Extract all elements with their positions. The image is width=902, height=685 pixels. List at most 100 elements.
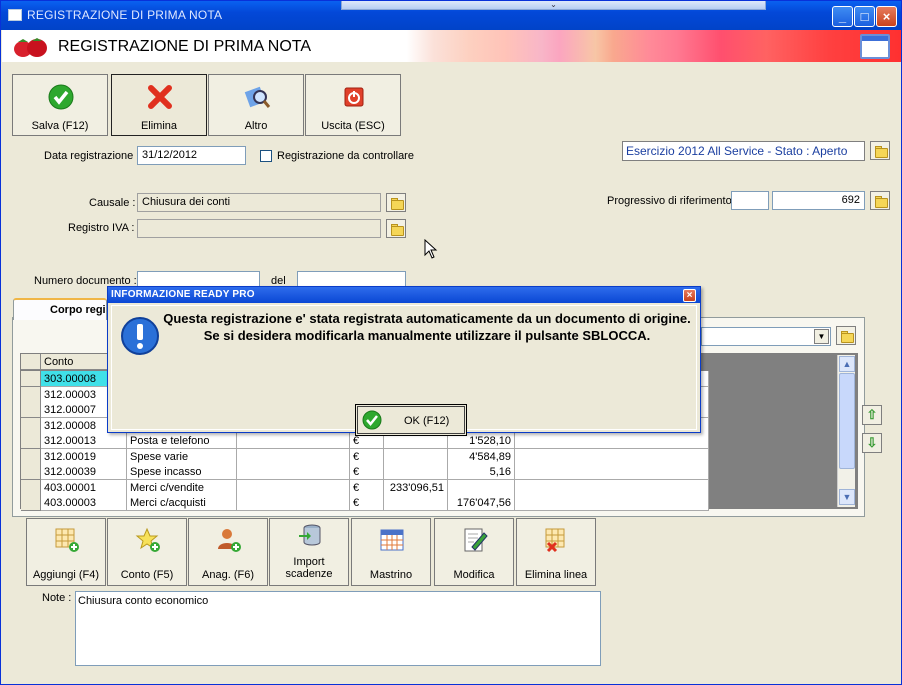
grid-cell-dare[interactable] (384, 464, 448, 480)
grid-cell-conto[interactable]: 403.00001 (41, 479, 127, 496)
checkmark-icon (48, 84, 74, 110)
close-button[interactable]: × (876, 6, 897, 27)
registro-folder-button[interactable] (386, 219, 406, 238)
grid-cell-avere[interactable]: 5,16 (448, 464, 515, 480)
scroll-down-icon[interactable]: ▼ (839, 489, 855, 505)
mouse-cursor-icon (424, 239, 438, 259)
grid-cell[interactable] (515, 495, 709, 511)
tab-folder-button[interactable] (836, 326, 856, 345)
grid-cell-cur[interactable]: € (350, 464, 384, 480)
registro-input[interactable] (137, 219, 381, 238)
exercise-status: Esercizio 2012 All Service - Stato : Ape… (622, 141, 865, 161)
grid-cell[interactable] (515, 479, 709, 496)
notes-textarea[interactable]: Chiusura conto economico (75, 591, 601, 666)
header-banner: REGISTRAZIONE DI PRIMA NOTA (2, 30, 901, 62)
row-selector[interactable] (21, 417, 41, 434)
scroll-thumb[interactable] (839, 373, 855, 469)
grid-cell-desc[interactable]: Spese incasso (127, 464, 237, 480)
exercise-folder-button[interactable] (870, 141, 890, 160)
row-selector[interactable] (21, 448, 41, 465)
grid-cell[interactable] (237, 495, 350, 511)
move-down-button[interactable]: ⇩ (862, 433, 882, 453)
causale-input[interactable]: Chiusura dei conti (137, 193, 381, 212)
grid-add-icon (55, 528, 79, 552)
anag-label: Anag. (F6) (202, 569, 254, 581)
delete-button[interactable]: Elimina (111, 74, 207, 136)
progressivo-folder-button[interactable] (870, 191, 890, 210)
calendar-grid-icon (380, 529, 404, 551)
dialog-message: Questa registrazione e' stata registrata… (163, 311, 691, 343)
add-line-button[interactable]: Aggiungi (F4) (26, 518, 106, 586)
exit-button[interactable]: Uscita (ESC) (305, 74, 401, 136)
save-button[interactable]: Salva (F12) (12, 74, 108, 136)
import-scadenze-label: Import scadenze (285, 556, 333, 580)
import-scadenze-button[interactable]: Import scadenze (269, 518, 349, 586)
dialog-body: Questa registrazione e' stata registrata… (111, 305, 697, 436)
grid-cell-avere[interactable]: 4'584,89 (448, 448, 515, 465)
ok-button[interactable]: OK (F12) (355, 404, 467, 436)
grid-cell-cur[interactable]: € (350, 479, 384, 496)
modifica-button[interactable]: Modifica (434, 518, 514, 586)
move-up-button[interactable]: ⇧ (862, 405, 882, 425)
power-icon (344, 87, 364, 107)
row-selector[interactable] (21, 495, 41, 511)
save-label: Salva (F12) (31, 120, 89, 132)
row-selector[interactable] (21, 386, 41, 403)
row-selector[interactable] (21, 402, 41, 418)
collapse-handle[interactable]: ⌄ (341, 1, 766, 10)
grid-cell-dare[interactable]: 233'096,51 (384, 479, 448, 496)
grid-cell[interactable] (515, 433, 709, 449)
grid-cell-conto[interactable]: 312.00039 (41, 464, 127, 480)
grid-cell[interactable] (237, 433, 350, 449)
grid-cell-desc[interactable]: Spese varie (127, 448, 237, 465)
elimina-linea-button[interactable]: Elimina linea (516, 518, 596, 586)
chevron-down-icon[interactable]: ▼ (814, 329, 829, 344)
progressivo-input[interactable]: 692 (772, 191, 865, 210)
grid-cell-desc[interactable]: Merci c/acquisti (127, 495, 237, 511)
grid-cell-conto[interactable]: 312.00019 (41, 448, 127, 465)
row-selector[interactable] (21, 433, 41, 449)
grid-cell[interactable] (515, 464, 709, 480)
grid-cell-desc[interactable]: Merci c/vendite (127, 479, 237, 496)
scroll-up-icon[interactable]: ▲ (839, 356, 855, 372)
grid-cell[interactable] (237, 464, 350, 480)
grid-cell[interactable] (237, 448, 350, 465)
grid-cell-desc[interactable]: Posta e telefono (127, 433, 237, 449)
conto-button[interactable]: Conto (F5) (107, 518, 187, 586)
date-input[interactable]: 31/12/2012 (137, 146, 246, 165)
maximize-button[interactable]: □ (854, 6, 875, 27)
row-selector[interactable] (21, 371, 41, 387)
calendar-icon[interactable] (860, 34, 890, 59)
grid-corner (21, 354, 41, 370)
dialog-title[interactable]: INFORMAZIONE READY PRO (108, 287, 700, 303)
to-check-checkbox[interactable] (260, 150, 272, 162)
grid-cell[interactable] (515, 448, 709, 465)
delete-label: Elimina (140, 120, 178, 132)
row-selector[interactable] (21, 464, 41, 480)
row-selector[interactable] (21, 479, 41, 496)
minimize-button[interactable]: _ (832, 6, 853, 27)
mastrino-button[interactable]: Mastrino (351, 518, 431, 586)
grid-cell-cur[interactable]: € (350, 448, 384, 465)
exit-label: Uscita (ESC) (321, 120, 385, 132)
grid-cell-dare[interactable] (384, 495, 448, 511)
mastrino-label: Mastrino (369, 569, 413, 581)
dialog-close-button[interactable]: × (683, 289, 696, 302)
tab-corpo-registrazione[interactable]: Corpo registrazione (13, 298, 107, 320)
to-check-label: Registrazione da controllare (277, 150, 414, 162)
grid-cell-dare[interactable] (384, 448, 448, 465)
grid-scrollbar[interactable]: ▲ ▼ (837, 355, 855, 507)
anag-button[interactable]: Anag. (F6) (188, 518, 268, 586)
grid-cell-avere[interactable] (448, 479, 515, 496)
grid-cell-cur[interactable]: € (350, 495, 384, 511)
grid-cell-conto[interactable]: 403.00003 (41, 495, 127, 511)
window-title: REGISTRAZIONE DI PRIMA NOTA (27, 8, 223, 22)
other-button[interactable]: Altro (208, 74, 304, 136)
page-title: REGISTRAZIONE DI PRIMA NOTA (58, 38, 312, 55)
progressivo-prefix-input[interactable] (731, 191, 769, 210)
grid-cell-conto[interactable]: 312.00013 (41, 433, 127, 449)
grid-cell-avere[interactable]: 176'047,56 (448, 495, 515, 511)
grid-cell[interactable] (237, 479, 350, 496)
tab-combo[interactable]: ▼ (701, 327, 831, 346)
causale-folder-button[interactable] (386, 193, 406, 212)
